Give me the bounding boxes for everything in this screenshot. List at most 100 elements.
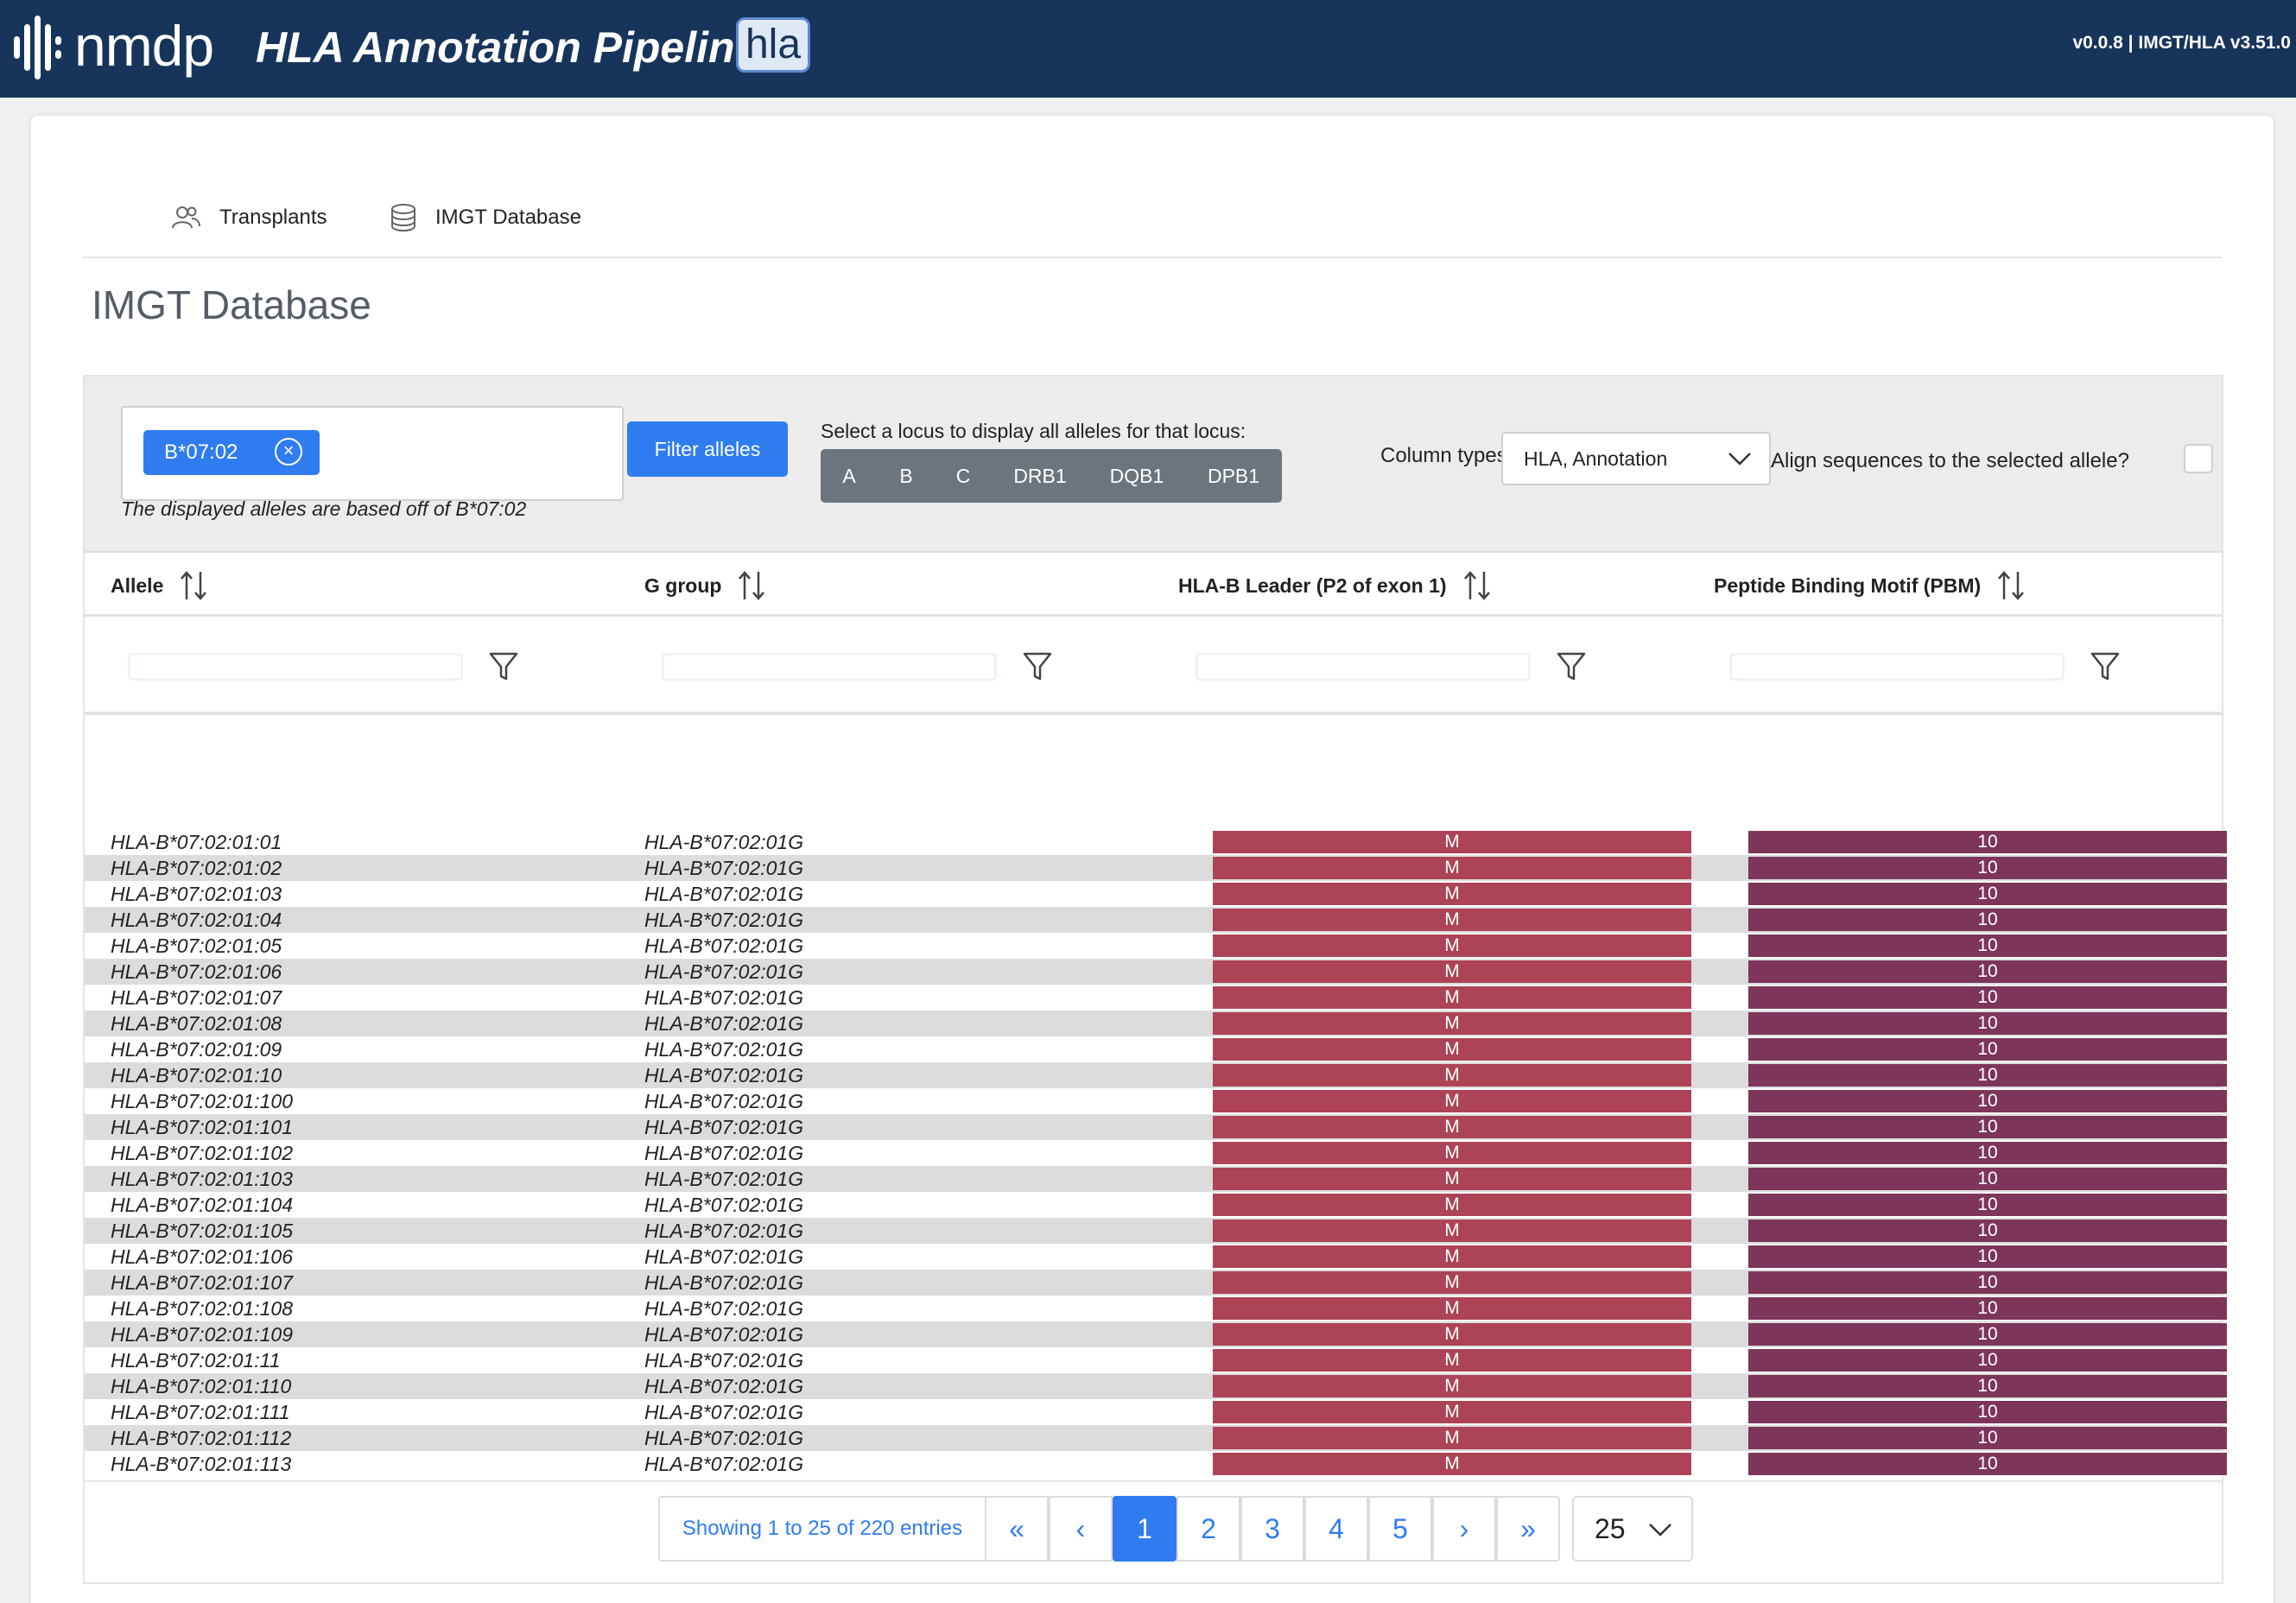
- pagination-divider: [85, 1480, 2222, 1482]
- allele-chip-input[interactable]: B*07:02 ×: [121, 406, 624, 501]
- top-header: nmdp HLA Annotation Pipeline hla v0.0.8 …: [0, 0, 2296, 98]
- tab-imgt-database-label: IMGT Database: [435, 206, 581, 229]
- column-header-leader[interactable]: HLA-B Leader (P2 of exon 1): [1178, 554, 1492, 617]
- leader-cell: M: [1213, 1220, 1691, 1242]
- chip-label: B*07:02: [164, 440, 238, 464]
- table-row[interactable]: HLA-B*07:02:01:112 HLA-B*07:02:01G M 10: [85, 1425, 2227, 1451]
- column-types-label: Column types:: [1380, 444, 1513, 467]
- table-row[interactable]: HLA-B*07:02:01:02 HLA-B*07:02:01G M 10: [85, 855, 2227, 881]
- filter-icon[interactable]: [1557, 651, 1586, 682]
- g-group-cell: HLA-B*07:02:01G: [644, 1401, 804, 1423]
- locus-button-dpb1[interactable]: DPB1: [1185, 449, 1282, 503]
- table-row[interactable]: HLA-B*07:02:01:113 HLA-B*07:02:01G M 10: [85, 1451, 2227, 1477]
- table-row[interactable]: HLA-B*07:02:01:108 HLA-B*07:02:01G M 10: [85, 1296, 2227, 1321]
- logo-text: nmdp: [74, 14, 214, 78]
- g-group-cell: HLA-B*07:02:01G: [644, 909, 804, 931]
- table-row[interactable]: HLA-B*07:02:01:09 HLA-B*07:02:01G M 10: [85, 1036, 2227, 1062]
- allele-cell: HLA-B*07:02:01:111: [111, 1401, 290, 1423]
- g-group-cell: HLA-B*07:02:01G: [644, 1271, 804, 1294]
- g-group-cell: HLA-B*07:02:01G: [644, 1220, 804, 1242]
- column-header-label: Allele: [111, 573, 164, 597]
- table-row[interactable]: HLA-B*07:02:01:06 HLA-B*07:02:01G M 10: [85, 959, 2227, 985]
- table-row[interactable]: HLA-B*07:02:01:08 HLA-B*07:02:01G M 10: [85, 1011, 2227, 1036]
- g-group-cell: HLA-B*07:02:01G: [644, 960, 804, 983]
- tab-transplants[interactable]: Transplants: [171, 192, 327, 244]
- allele-filter-input[interactable]: [128, 653, 463, 681]
- table-row[interactable]: HLA-B*07:02:01:05 HLA-B*07:02:01G M 10: [85, 933, 2227, 959]
- pbm-cell: 10: [1748, 1245, 2227, 1268]
- last-page-button[interactable]: »: [1496, 1496, 1560, 1562]
- page-button-5[interactable]: 5: [1368, 1496, 1432, 1562]
- page-button-1[interactable]: 1: [1113, 1496, 1177, 1562]
- table-row[interactable]: HLA-B*07:02:01:03 HLA-B*07:02:01G M 10: [85, 881, 2227, 907]
- filter-alleles-button[interactable]: Filter alleles: [627, 421, 788, 477]
- selected-allele-chip[interactable]: B*07:02 ×: [143, 430, 320, 475]
- leader-filter-input[interactable]: [1196, 653, 1531, 681]
- column-header-pbm[interactable]: Peptide Binding Motif (PBM): [1714, 554, 2026, 617]
- sort-icon[interactable]: [1462, 570, 1492, 601]
- g-group-filter-input[interactable]: [662, 653, 997, 681]
- leader-cell: M: [1213, 1116, 1691, 1138]
- pbm-cell: 10: [1748, 1090, 2227, 1112]
- align-sequences-checkbox[interactable]: [2184, 444, 2213, 473]
- leader-cell: M: [1213, 1375, 1691, 1397]
- allele-cell: HLA-B*07:02:01:05: [111, 935, 282, 957]
- allele-cell: HLA-B*07:02:01:109: [111, 1323, 293, 1346]
- filter-icon[interactable]: [2090, 651, 2120, 682]
- table-row[interactable]: HLA-B*07:02:01:101 HLA-B*07:02:01G M 10: [85, 1114, 2227, 1140]
- remove-chip-icon[interactable]: ×: [275, 438, 302, 466]
- g-group-cell: HLA-B*07:02:01G: [644, 1297, 804, 1320]
- table-row[interactable]: HLA-B*07:02:01:106 HLA-B*07:02:01G M 10: [85, 1244, 2227, 1270]
- allele-cell: HLA-B*07:02:01:03: [111, 883, 282, 905]
- table-row[interactable]: HLA-B*07:02:01:109 HLA-B*07:02:01G M 10: [85, 1321, 2227, 1347]
- table-row[interactable]: HLA-B*07:02:01:10 HLA-B*07:02:01G M 10: [85, 1062, 2227, 1088]
- column-header-allele[interactable]: Allele: [111, 554, 208, 617]
- leader-cell: M: [1213, 1064, 1691, 1087]
- column-types-select[interactable]: HLA, Annotation: [1501, 432, 1771, 485]
- column-header-g-group[interactable]: G group: [644, 554, 766, 617]
- pbm-filter-input[interactable]: [1729, 653, 2064, 681]
- filter-icon[interactable]: [1023, 651, 1052, 682]
- pbm-cell: 10: [1748, 1194, 2227, 1216]
- prev-page-button[interactable]: ‹: [1049, 1496, 1113, 1562]
- allele-table-panel: B*07:02 × The displayed alleles are base…: [83, 375, 2227, 1584]
- page-button-3[interactable]: 3: [1240, 1496, 1304, 1562]
- table-row[interactable]: HLA-B*07:02:01:100 HLA-B*07:02:01G M 10: [85, 1088, 2227, 1114]
- table-row[interactable]: HLA-B*07:02:01:110 HLA-B*07:02:01G M 10: [85, 1373, 2227, 1399]
- locus-button-a[interactable]: A: [821, 449, 878, 503]
- page-size-select[interactable]: 25: [1572, 1496, 1693, 1562]
- sort-icon[interactable]: [737, 570, 766, 601]
- table-row[interactable]: HLA-B*07:02:01:104 HLA-B*07:02:01G M 10: [85, 1192, 2227, 1218]
- locus-button-drb1[interactable]: DRB1: [992, 449, 1088, 503]
- leader-cell: M: [1213, 960, 1691, 983]
- tab-imgt-database[interactable]: IMGT Database: [390, 192, 581, 244]
- locus-button-dqb1[interactable]: DQB1: [1088, 449, 1185, 503]
- locus-button-b[interactable]: B: [878, 449, 935, 503]
- table-row[interactable]: HLA-B*07:02:01:102 HLA-B*07:02:01G M 10: [85, 1140, 2227, 1166]
- table-row[interactable]: HLA-B*07:02:01:103 HLA-B*07:02:01G M 10: [85, 1166, 2227, 1192]
- column-header-label: HLA-B Leader (P2 of exon 1): [1178, 573, 1447, 597]
- page-button-2[interactable]: 2: [1177, 1496, 1240, 1562]
- leader-cell: M: [1213, 1194, 1691, 1216]
- pbm-cell: 10: [1748, 1116, 2227, 1138]
- table-row[interactable]: HLA-B*07:02:01:111 HLA-B*07:02:01G M 10: [85, 1399, 2227, 1425]
- table-row[interactable]: HLA-B*07:02:01:04 HLA-B*07:02:01G M 10: [85, 907, 2227, 933]
- first-page-button[interactable]: «: [985, 1496, 1049, 1562]
- table-row[interactable]: HLA-B*07:02:01:01 HLA-B*07:02:01G M 10: [85, 829, 2227, 855]
- allele-cell: HLA-B*07:02:01:105: [111, 1220, 293, 1242]
- allele-cell: HLA-B*07:02:01:100: [111, 1090, 293, 1112]
- pbm-cell: 10: [1748, 1375, 2227, 1397]
- next-page-button[interactable]: ›: [1432, 1496, 1496, 1562]
- allele-cell: HLA-B*07:02:01:113: [111, 1453, 292, 1475]
- g-group-cell: HLA-B*07:02:01G: [644, 883, 804, 905]
- table-row[interactable]: HLA-B*07:02:01:07 HLA-B*07:02:01G M 10: [85, 985, 2227, 1011]
- allele-cell: HLA-B*07:02:01:11: [111, 1349, 281, 1372]
- locus-button-c[interactable]: C: [935, 449, 992, 503]
- sort-icon[interactable]: [1996, 570, 2026, 601]
- table-row[interactable]: HLA-B*07:02:01:11 HLA-B*07:02:01G M 10: [85, 1347, 2227, 1373]
- table-row[interactable]: HLA-B*07:02:01:107 HLA-B*07:02:01G M 10: [85, 1270, 2227, 1296]
- filter-icon[interactable]: [489, 651, 518, 682]
- table-row[interactable]: HLA-B*07:02:01:105 HLA-B*07:02:01G M 10: [85, 1218, 2227, 1244]
- sort-icon[interactable]: [179, 570, 208, 601]
- page-button-4[interactable]: 4: [1304, 1496, 1368, 1562]
